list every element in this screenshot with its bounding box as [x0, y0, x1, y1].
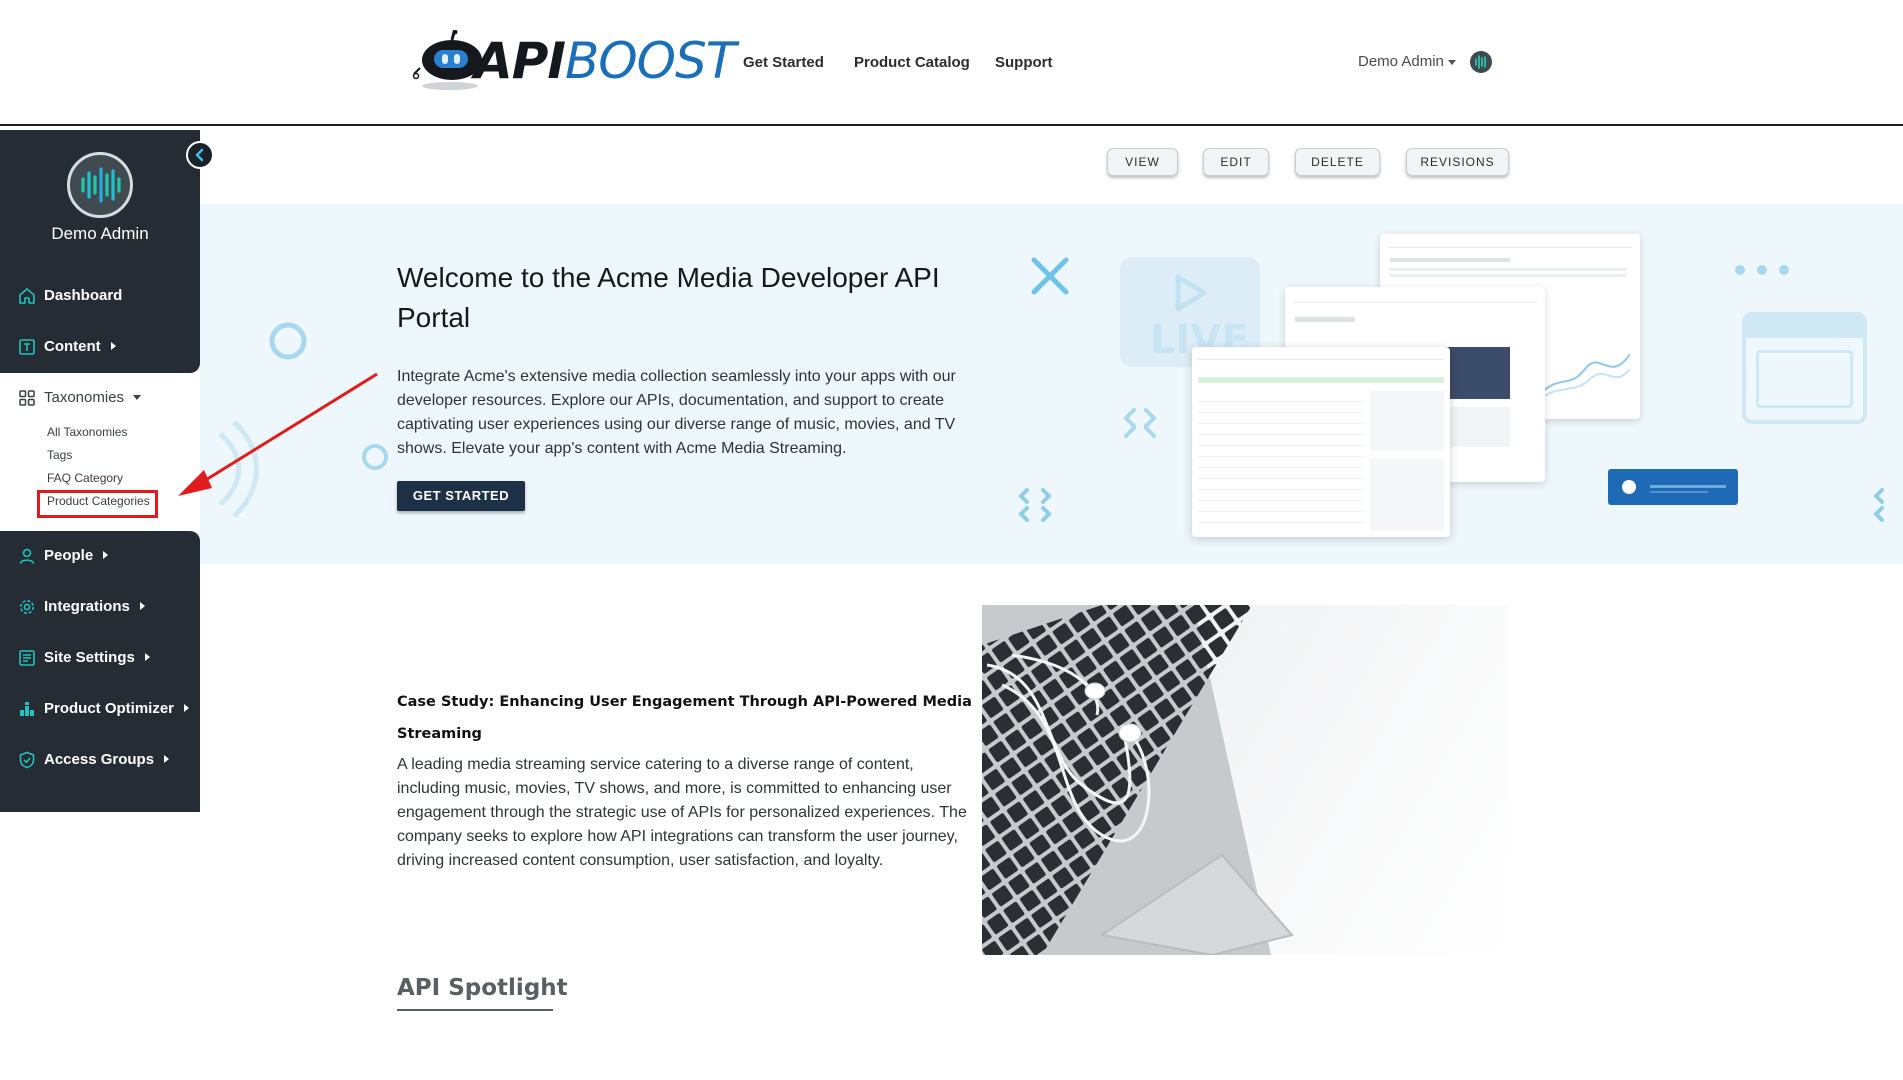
audio-wave-icon	[81, 167, 121, 203]
sidebar-item-label: Content	[44, 338, 101, 355]
sidebar-item-label: Taxonomies	[44, 389, 125, 406]
settings-list-icon	[19, 650, 35, 666]
nav-product-catalog[interactable]: Product Catalog	[854, 54, 970, 71]
toggle-bar-decoration	[1608, 469, 1738, 505]
sidebar-username: Demo Admin	[51, 224, 149, 243]
sidebar-item-label: Site Settings	[44, 649, 135, 666]
earphones-icon	[986, 653, 1151, 843]
chevron-right-icon	[164, 755, 170, 763]
grid-icon	[19, 390, 35, 406]
shield-icon	[19, 751, 35, 769]
audio-wave-icon	[1475, 55, 1486, 69]
chevron-down-icon	[133, 395, 142, 400]
nav-get-started[interactable]: Get Started	[743, 54, 824, 71]
view-button[interactable]: VIEW	[1107, 148, 1178, 176]
revisions-button[interactable]: REVISIONS	[1406, 148, 1509, 176]
expand-arrows-icon	[1123, 408, 1157, 438]
close-x-decoration-icon	[1031, 257, 1069, 295]
chevron-right-icon	[139, 602, 145, 610]
sidebar-item-label: Dashboard	[44, 287, 123, 304]
get-started-button[interactable]: GET STARTED	[397, 481, 525, 511]
api-spotlight-heading: API Spotlight	[397, 975, 568, 1001]
expand-arrows-icon	[1873, 488, 1884, 522]
sidebar-item-label: People	[44, 547, 94, 564]
chevron-right-icon	[184, 704, 190, 712]
heading-underline	[397, 1009, 553, 1011]
expand-arrows-icon	[1018, 488, 1052, 522]
home-icon	[19, 288, 35, 304]
sidebar-item-label: Product Optimizer	[44, 700, 175, 717]
chevron-left-icon	[195, 148, 204, 162]
user-menu-label: Demo Admin	[1358, 53, 1444, 70]
sidebar-item-label: Access Groups	[44, 751, 155, 768]
chevron-right-icon	[110, 342, 116, 350]
sidebar-collapse-button[interactable]	[186, 141, 214, 169]
sidebar-bottom-panel	[0, 531, 200, 812]
logo-wordmark: APIBOOST	[474, 32, 736, 90]
person-icon	[19, 548, 35, 564]
nav-support[interactable]: Support	[995, 54, 1053, 71]
header-avatar[interactable]	[1470, 51, 1492, 73]
line-chart-icon	[1540, 353, 1630, 400]
sidebar-avatar[interactable]	[67, 152, 133, 218]
hero-title: Welcome to the Acme Media Developer API …	[397, 262, 940, 333]
case-study-title: Case Study: Enhancing User Engagement Th…	[397, 694, 972, 742]
browser-window-decoration	[1742, 312, 1867, 424]
sub-item-tags[interactable]: Tags	[47, 448, 72, 462]
ring-decoration-icon	[269, 322, 307, 360]
laptop-earphones-image	[982, 605, 1508, 955]
annotation-arrow-icon	[178, 372, 378, 496]
hero-description: Integrate Acme's extensive media collect…	[397, 368, 956, 457]
dashboard-preview-front	[1192, 347, 1450, 537]
content-icon	[19, 339, 35, 355]
caret-down-icon	[1447, 59, 1456, 65]
annotation-highlight-box	[37, 490, 158, 518]
user-menu-dropdown[interactable]: Demo Admin	[1358, 53, 1456, 70]
sub-item-faq-category[interactable]: FAQ Category	[47, 471, 123, 485]
chevron-right-icon	[103, 551, 109, 559]
sub-item-all-taxonomies[interactable]: All Taxonomies	[47, 425, 127, 439]
edit-button[interactable]: EDIT	[1203, 148, 1269, 176]
chevron-right-icon	[144, 653, 150, 661]
delete-button[interactable]: DELETE	[1295, 148, 1380, 176]
gear-icon	[20, 600, 34, 614]
sidebar-item-label: Integrations	[44, 598, 130, 615]
site-header: APIBOOST Get Started Product Catalog Sup…	[0, 0, 1903, 126]
optimizer-icon	[20, 702, 34, 716]
case-study-text: A leading media streaming service cateri…	[397, 756, 967, 869]
dots-decoration-icon	[1735, 265, 1789, 275]
apiboost-logo[interactable]: APIBOOST	[412, 30, 736, 92]
